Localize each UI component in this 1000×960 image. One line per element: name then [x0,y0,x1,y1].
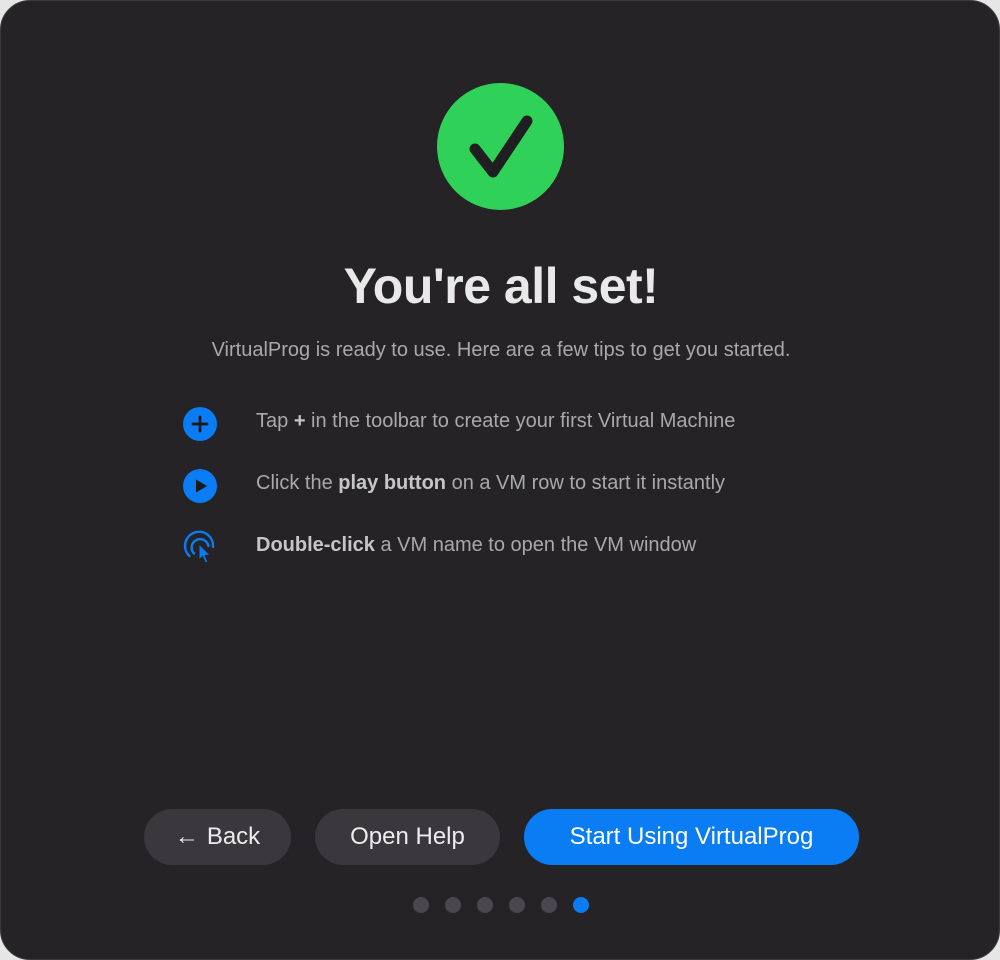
double-click-icon [181,530,217,566]
page-dot-6[interactable] [573,897,589,913]
page-dot-2[interactable] [445,897,461,913]
open-help-button[interactable]: Open Help [315,809,500,865]
tip-text: Tap + in the toolbar to create your firs… [256,410,736,432]
arrow-left-icon: ← [174,823,199,850]
tip-text: Click the play button on a VM row to sta… [256,472,726,494]
tip-text: Double-click a VM name to open the VM wi… [256,534,697,556]
back-button[interactable]: ← Back [144,809,291,865]
page-dot-3[interactable] [477,897,493,913]
plus-circle-icon [181,406,217,442]
start-using-button[interactable]: Start Using VirtualProg [524,809,859,865]
page-dot-1[interactable] [413,897,429,913]
page-subtitle: VirtualProg is ready to use. Here are a … [211,339,791,361]
back-button-label: Back [206,823,261,850]
page-dot-5[interactable] [541,897,557,913]
onboarding-window: You're all set! VirtualProg is ready to … [0,0,1000,960]
page-dot-4[interactable] [509,897,525,913]
page-title: You're all set! [343,258,659,314]
checkmark-circle-icon [437,83,564,210]
play-circle-icon [181,468,217,504]
